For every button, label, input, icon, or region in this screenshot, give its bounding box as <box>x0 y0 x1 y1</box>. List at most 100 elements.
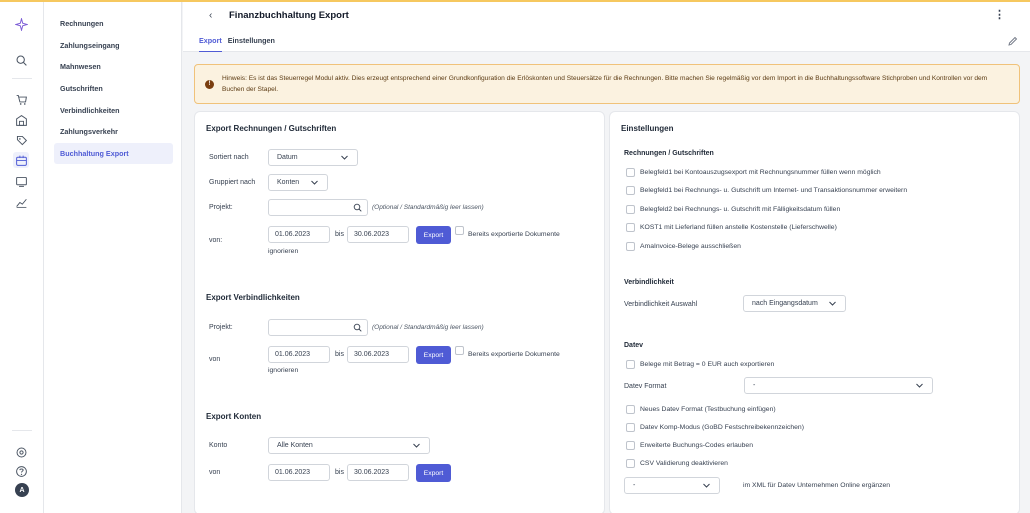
group-label: Gruppiert nach <box>209 179 256 186</box>
datev-format-label: Datev Format <box>624 383 667 390</box>
sidebar-item-verbindlichkeiten[interactable]: Verbindlichkeiten <box>54 99 173 121</box>
group-select[interactable]: Konten <box>268 174 328 191</box>
chevron-down-icon <box>829 301 836 306</box>
datev-option-label: CSV Validierung deaktivieren <box>640 460 728 467</box>
cart-icon[interactable] <box>13 91 29 107</box>
ignore-exported-checkbox[interactable] <box>455 346 464 355</box>
chevron-down-icon <box>916 383 923 388</box>
warehouse-icon[interactable] <box>13 112 29 128</box>
chevron-down-icon <box>703 483 710 488</box>
from-date-input[interactable]: 01.06.2023 <box>268 464 330 481</box>
account-select-value: Alle Konten <box>277 442 313 449</box>
settings-datev-heading: Datev <box>624 342 644 349</box>
datev-option-label: Neues Datev Format (Testbuchung einfügen… <box>640 406 776 413</box>
invoice-option-checkbox[interactable] <box>626 242 635 251</box>
invoice-option-checkbox[interactable] <box>626 186 635 195</box>
invoice-option-label: KOST1 mit Lieferland füllen anstelle Kos… <box>640 224 837 231</box>
to-date-input[interactable]: 30.06.2023 <box>347 226 409 243</box>
section-title-invoices: Export Rechnungen / Gutschriften <box>206 124 337 133</box>
to-label: bis <box>335 231 344 238</box>
datev-format-select[interactable]: - <box>744 377 933 394</box>
ignore-exported-label-cont: ignorieren <box>268 248 299 255</box>
invoice-option-label: Belegfeld1 bei Kontoauszugsexport mit Re… <box>640 169 881 176</box>
tag-icon[interactable] <box>13 132 29 148</box>
to-date-input[interactable]: 30.06.2023 <box>347 346 409 363</box>
invoice-option-checkbox[interactable] <box>626 223 635 232</box>
from-date-input[interactable]: 01.06.2023 <box>268 346 330 363</box>
export-accounts-button[interactable]: Export <box>416 464 451 482</box>
ignore-exported-label-cont: ignorieren <box>268 367 299 374</box>
chevron-down-icon <box>311 180 318 185</box>
sidebar-item-buchhaltung-export[interactable]: Buchhaltung Export <box>54 142 173 165</box>
datev-zero-checkbox[interactable] <box>626 360 635 369</box>
invoice-option-checkbox[interactable] <box>626 168 635 177</box>
invoice-option-checkbox[interactable] <box>626 205 635 214</box>
project-search-input[interactable] <box>268 319 368 336</box>
project-hint: (Optional / Standardmäßig leer lassen) <box>372 324 484 331</box>
tab-einstellungen[interactable]: Einstellungen <box>228 36 275 52</box>
project-label: Projekt: <box>209 204 233 211</box>
main-content: ‹ Finanzbuchhaltung Export ⋮ Export Eins… <box>183 2 1030 513</box>
datev-option-checkbox[interactable] <box>626 441 635 450</box>
page-title: Finanzbuchhaltung Export <box>229 10 349 21</box>
help-icon[interactable] <box>13 463 29 479</box>
settings-title: Einstellungen <box>621 124 674 133</box>
back-button[interactable]: ‹ <box>209 10 212 21</box>
to-label: bis <box>335 469 344 476</box>
sort-select[interactable]: Datum <box>268 149 358 166</box>
page-header: ‹ Finanzbuchhaltung Export ⋮ Export Eins… <box>183 2 1030 52</box>
sidebar-item-zahlungsverkehr[interactable]: Zahlungsverkehr <box>54 121 173 143</box>
analytics-icon[interactable] <box>13 194 29 210</box>
datev-option-label: Datev Komp-Modus (GoBD Festschreibekennz… <box>640 424 804 431</box>
accounting-icon[interactable] <box>13 152 29 168</box>
search-icon[interactable] <box>353 203 362 212</box>
to-date-input[interactable]: 30.06.2023 <box>347 464 409 481</box>
more-menu-icon[interactable]: ⋮ <box>994 8 1005 21</box>
sidebar-item-gutschriften[interactable]: Gutschriften <box>54 78 173 100</box>
chevron-down-icon <box>341 155 348 160</box>
tab-export[interactable]: Export <box>199 36 222 52</box>
group-select-value: Konten <box>277 179 300 186</box>
xml-select[interactable]: - <box>624 477 720 494</box>
section-title-accounts: Export Konten <box>206 412 262 421</box>
sidebar-item-rechnungen[interactable]: Rechnungen <box>54 13 173 35</box>
liability-select[interactable]: nach Eingangsdatum <box>743 295 846 312</box>
project-search-input[interactable] <box>268 199 368 216</box>
datev-zero-label: Belege mit Betrag = 0 EUR auch exportier… <box>640 361 775 368</box>
edit-pencil-icon[interactable] <box>1008 36 1018 46</box>
sidebar-item-zahlungseingang[interactable]: Zahlungseingang <box>54 35 173 57</box>
datev-option-checkbox[interactable] <box>626 405 635 414</box>
account-select[interactable]: Alle Konten <box>268 437 430 454</box>
warning-icon: ! <box>205 79 214 89</box>
xml-label: im XML für Datev Unternehmen Online ergä… <box>743 482 891 489</box>
datev-option-checkbox[interactable] <box>626 459 635 468</box>
export-invoices-button[interactable]: Export <box>416 226 451 244</box>
info-banner: ! Hinweis: Es ist das Steuerregel Modul … <box>194 64 1020 104</box>
screen-icon[interactable] <box>13 173 29 189</box>
sort-select-value: Datum <box>277 154 298 161</box>
account-label: Konto <box>209 442 228 449</box>
search-icon[interactable] <box>353 323 362 332</box>
liability-selection-label: Verbindlichkeit Auswahl <box>624 301 698 308</box>
to-label: bis <box>335 351 344 358</box>
ignore-exported-label: Bereits exportierte Dokumente <box>468 351 560 358</box>
section-title-liabilities: Export Verbindlichkeiten <box>206 293 300 302</box>
sidebar-item-mahnwesen[interactable]: Mahnwesen <box>54 56 173 78</box>
rail-divider <box>12 78 32 79</box>
search-icon[interactable] <box>13 52 29 68</box>
rail-divider <box>12 430 32 431</box>
user-avatar[interactable]: A <box>15 483 29 497</box>
export-liabilities-button[interactable]: Export <box>416 346 451 364</box>
xml-select-value: - <box>633 482 636 489</box>
settings-icon[interactable] <box>13 444 29 460</box>
icon-rail: A <box>0 2 44 513</box>
liability-select-value: nach Eingangsdatum <box>752 300 818 307</box>
ignore-exported-checkbox[interactable] <box>455 226 464 235</box>
settings-invoices-heading: Rechnungen / Gutschriften <box>624 150 714 157</box>
chevron-down-icon <box>413 443 420 448</box>
tab-bar: Export Einstellungen <box>199 36 275 52</box>
datev-option-checkbox[interactable] <box>626 423 635 432</box>
project-label: Projekt: <box>209 324 233 331</box>
ignore-exported-label: Bereits exportierte Dokumente <box>468 231 560 238</box>
from-date-input[interactable]: 01.06.2023 <box>268 226 330 243</box>
